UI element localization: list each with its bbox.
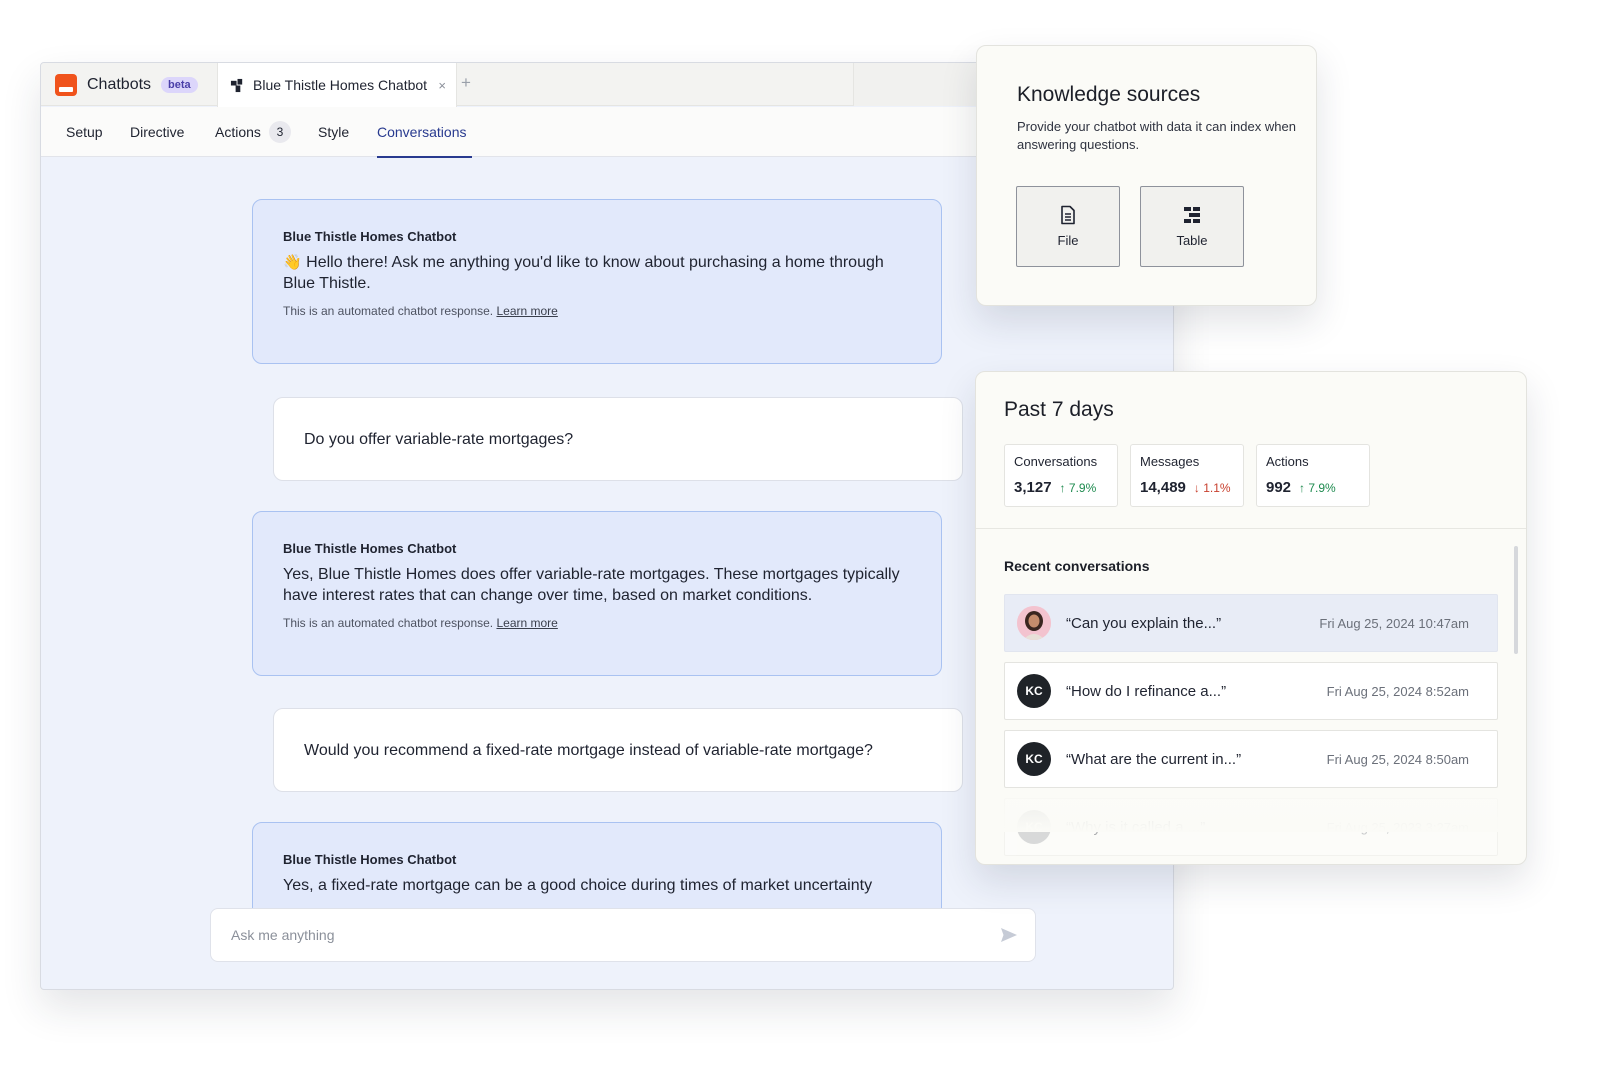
recent-conversations-title: Recent conversations xyxy=(1004,558,1150,574)
thistle-logo-icon xyxy=(230,78,243,92)
bot-message-body: Yes, Blue Thistle Homes does offer varia… xyxy=(283,566,900,604)
file-source-button[interactable]: File xyxy=(1016,186,1120,267)
list-fade xyxy=(976,792,1526,832)
user-photo-icon xyxy=(1017,606,1051,640)
nav-directive[interactable]: Directive xyxy=(130,107,184,157)
app-name: Chatbots xyxy=(87,75,152,93)
avatar xyxy=(1017,606,1051,640)
automated-note-text: This is an automated chatbot response. xyxy=(283,616,494,630)
send-icon[interactable] xyxy=(999,925,1019,945)
knowledge-sources-title: Knowledge sources xyxy=(1017,83,1201,106)
bot-message-text: 👋 Hello there! Ask me anything you'd lik… xyxy=(283,252,911,294)
metric-messages: Messages 14,489 ↓ 1.1% xyxy=(1130,444,1244,507)
knowledge-sources-card: Knowledge sources Provide your chatbot w… xyxy=(976,45,1317,306)
tab-bar-segment xyxy=(853,63,993,106)
conversation-snippet: “Can you explain the...” xyxy=(1066,614,1222,632)
nav-style-label: Style xyxy=(318,124,350,140)
bot-sender-name: Blue Thistle Homes Chatbot xyxy=(283,541,457,556)
nav-conversations-label: Conversations xyxy=(377,124,467,140)
avatar: KC xyxy=(1017,674,1051,708)
table-source-button[interactable]: Table xyxy=(1140,186,1244,267)
beta-badge: beta xyxy=(161,76,198,93)
nav-actions[interactable]: Actions 3 xyxy=(215,107,291,157)
metric-change-down: ↓ 1.1% xyxy=(1193,481,1231,495)
metric-conversations: Conversations 3,127 ↑ 7.9% xyxy=(1004,444,1118,507)
nav-style[interactable]: Style xyxy=(318,107,349,157)
conversation-time: Fri Aug 25, 2024 8:52am xyxy=(1326,683,1469,699)
chatbot-tab[interactable]: Blue Thistle Homes Chatbot × xyxy=(217,63,457,107)
file-icon xyxy=(1061,205,1075,225)
learn-more-link[interactable]: Learn more xyxy=(496,304,557,318)
divider xyxy=(976,528,1526,529)
conversation-row[interactable]: KC “What are the current in...” Fri Aug … xyxy=(1004,730,1498,788)
nav-setup-label: Setup xyxy=(66,124,103,140)
conversation-time: Fri Aug 25, 2024 8:50am xyxy=(1326,751,1469,767)
chatbot-tab-label: Blue Thistle Homes Chatbot xyxy=(253,77,428,93)
bot-sender-name: Blue Thistle Homes Chatbot xyxy=(283,229,457,244)
nav-directive-label: Directive xyxy=(130,124,185,140)
bot-message-body: Hello there! Ask me anything you'd like … xyxy=(283,254,884,292)
automated-note: This is an automated chatbot response. L… xyxy=(283,616,911,630)
close-tab-icon[interactable]: × xyxy=(438,78,446,93)
new-tab-icon[interactable]: + xyxy=(461,73,471,93)
conversation-row[interactable]: KC “How do I refinance a...” Fri Aug 25,… xyxy=(1004,662,1498,720)
conversation-time: Fri Aug 25, 2024 10:47am xyxy=(1319,615,1469,631)
metric-change-value: 7.9% xyxy=(1308,481,1336,495)
stats-card: Past 7 days Conversations 3,127 ↑ 7.9% M… xyxy=(975,371,1527,865)
knowledge-sources-description: Provide your chatbot with data it can in… xyxy=(1017,119,1296,152)
file-source-label: File xyxy=(1057,233,1079,248)
table-icon xyxy=(1184,207,1200,223)
waving-hand-icon: 👋 xyxy=(283,254,302,271)
metric-value: 3,127 xyxy=(1014,479,1052,496)
app-tab[interactable]: Chatbots beta xyxy=(41,63,217,106)
bot-message: Blue Thistle Homes Chatbot Yes, Blue Thi… xyxy=(252,511,942,676)
bot-message: Blue Thistle Homes Chatbot 👋 Hello there… xyxy=(252,199,942,364)
metric-change-value: 1.1% xyxy=(1203,481,1231,495)
message-input-bar xyxy=(210,908,1036,962)
table-source-label: Table xyxy=(1176,233,1208,248)
metric-value: 14,489 xyxy=(1140,479,1186,496)
user-message: Do you offer variable-rate mortgages? xyxy=(273,397,963,481)
metric-change-up: ↑ 7.9% xyxy=(1299,481,1336,495)
avatar: KC xyxy=(1017,742,1051,776)
user-message-text: Would you recommend a fixed-rate mortgag… xyxy=(304,741,873,759)
actions-count-badge: 3 xyxy=(268,121,291,143)
automated-note-text: This is an automated chatbot response. xyxy=(283,304,494,318)
user-message: Would you recommend a fixed-rate mortgag… xyxy=(273,708,963,792)
message-input[interactable] xyxy=(231,927,999,943)
stats-title: Past 7 days xyxy=(1004,398,1114,421)
bot-message-body: Yes, a fixed-rate mortgage can be a good… xyxy=(283,877,873,894)
nav-actions-label: Actions xyxy=(215,124,261,140)
metric-label: Conversations xyxy=(1014,454,1098,469)
automated-note: This is an automated chatbot response. L… xyxy=(283,304,911,318)
metric-value: 992 xyxy=(1266,479,1292,496)
conversation-row[interactable]: “Can you explain the...” Fri Aug 25, 202… xyxy=(1004,594,1498,652)
conversation-snippet: “How do I refinance a...” xyxy=(1066,682,1227,700)
chatbots-logo-icon xyxy=(55,73,77,96)
nav-conversations[interactable]: Conversations xyxy=(377,107,471,158)
metric-change-value: 7.9% xyxy=(1068,481,1097,495)
conversation-snippet: “What are the current in...” xyxy=(1066,750,1242,768)
user-message-text: Do you offer variable-rate mortgages? xyxy=(304,430,574,448)
metric-label: Messages xyxy=(1140,454,1200,469)
bot-sender-name: Blue Thistle Homes Chatbot xyxy=(283,852,457,867)
recent-list-scrollbar[interactable] xyxy=(1514,546,1518,654)
metric-change-up: ↑ 7.9% xyxy=(1059,481,1097,495)
metric-label: Actions xyxy=(1266,454,1309,469)
learn-more-link[interactable]: Learn more xyxy=(496,616,557,630)
nav-setup[interactable]: Setup xyxy=(66,107,103,157)
metric-actions: Actions 992 ↑ 7.9% xyxy=(1256,444,1370,507)
